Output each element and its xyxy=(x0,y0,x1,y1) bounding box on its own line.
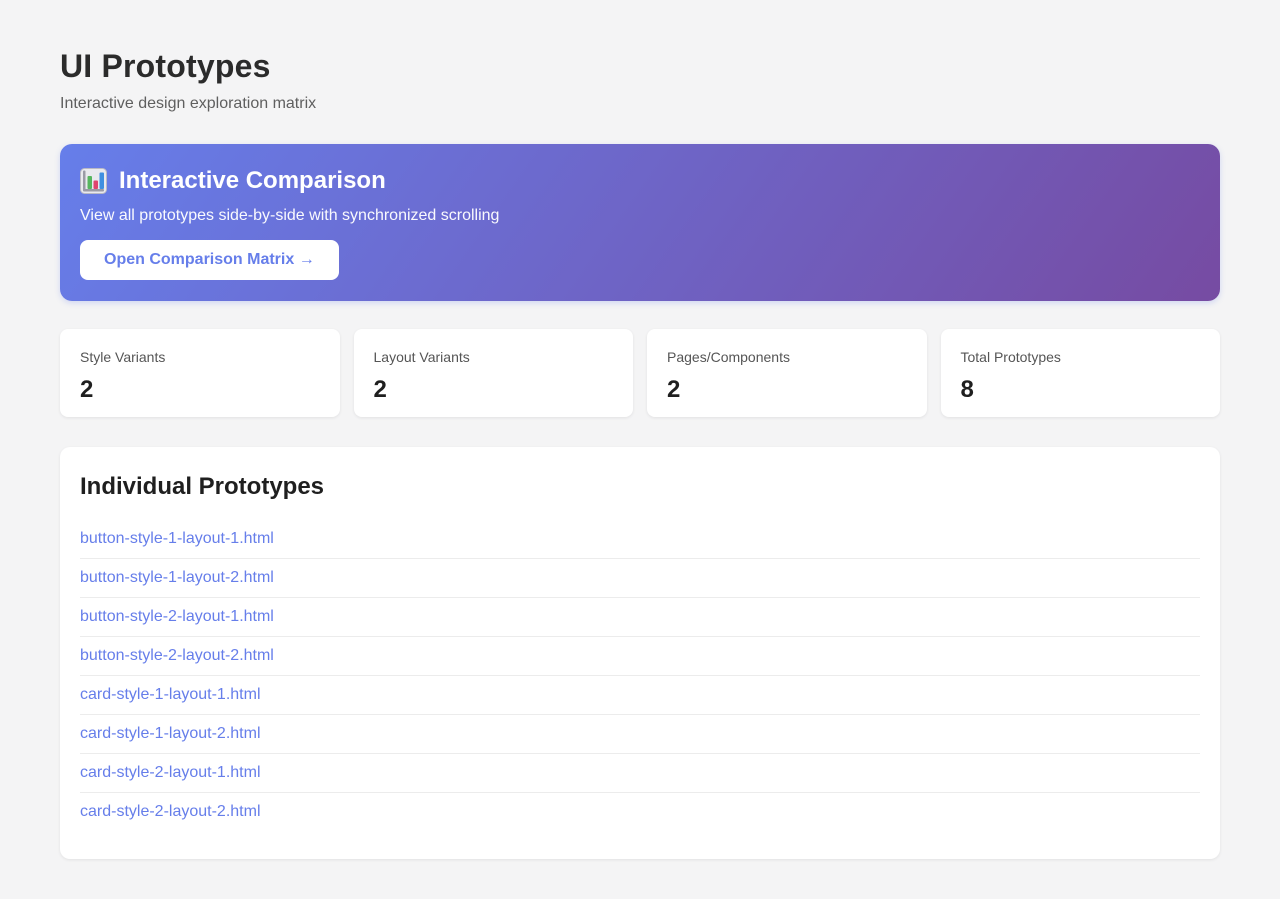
prototype-link[interactable]: button-style-1-layout-2.html xyxy=(80,559,1200,597)
prototype-link[interactable]: card-style-1-layout-1.html xyxy=(80,676,1200,714)
stat-value: 2 xyxy=(667,376,681,403)
prototype-link[interactable]: card-style-2-layout-1.html xyxy=(80,754,1200,792)
banner-description: View all prototypes side-by-side with sy… xyxy=(80,207,500,224)
individual-prototypes-heading: Individual Prototypes xyxy=(80,473,325,500)
stat-card-layout-variants: Layout Variants 2 xyxy=(353,329,633,417)
list-item: button-style-2-layout-2.html xyxy=(80,637,1200,676)
stat-label: Pages/Components xyxy=(667,349,790,365)
individual-prototypes-card: Individual Prototypes button-style-1-lay… xyxy=(60,447,1220,859)
stat-label: Style Variants xyxy=(80,349,166,365)
stat-label: Layout Variants xyxy=(373,349,470,365)
prototype-link[interactable]: card-style-1-layout-2.html xyxy=(80,715,1200,753)
stats-row: Style Variants 2 Layout Variants 2 Pages… xyxy=(60,329,1220,417)
interactive-comparison-banner: Interactive Comparison View all prototyp… xyxy=(60,144,1220,301)
prototype-link[interactable]: button-style-2-layout-2.html xyxy=(80,637,1200,675)
list-item: card-style-1-layout-1.html xyxy=(80,676,1200,715)
list-item: button-style-1-layout-2.html xyxy=(80,559,1200,598)
open-comparison-matrix-button[interactable]: Open Comparison Matrix → xyxy=(80,240,339,280)
prototype-link[interactable]: card-style-2-layout-2.html xyxy=(80,793,1200,831)
page-title: UI Prototypes xyxy=(60,48,271,84)
stat-label: Total Prototypes xyxy=(960,349,1061,365)
stat-card-pages-components: Pages/Components 2 xyxy=(647,329,927,417)
list-item: button-style-2-layout-1.html xyxy=(80,598,1200,637)
page-subtitle: Interactive design exploration matrix xyxy=(60,95,317,112)
list-item: card-style-1-layout-2.html xyxy=(80,715,1200,754)
stat-card-style-variants: Style Variants 2 xyxy=(60,329,340,417)
stat-value: 2 xyxy=(80,376,94,403)
stat-card-total-prototypes: Total Prototypes 8 xyxy=(940,329,1220,417)
prototype-link[interactable]: button-style-2-layout-1.html xyxy=(80,598,1200,636)
prototype-link[interactable]: button-style-1-layout-1.html xyxy=(80,520,1200,558)
prototype-list: button-style-1-layout-1.html button-styl… xyxy=(80,520,1200,831)
stat-value: 8 xyxy=(960,376,974,403)
stat-value: 2 xyxy=(373,376,387,403)
list-item: card-style-2-layout-2.html xyxy=(80,793,1200,831)
bar-chart-icon xyxy=(80,168,107,194)
banner-title-row: Interactive Comparison xyxy=(80,165,1200,197)
list-item: button-style-1-layout-1.html xyxy=(80,520,1200,559)
list-item: card-style-2-layout-1.html xyxy=(80,754,1200,793)
banner-title: Interactive Comparison xyxy=(119,167,386,194)
page-container: UI Prototypes Interactive design explora… xyxy=(60,48,1220,859)
